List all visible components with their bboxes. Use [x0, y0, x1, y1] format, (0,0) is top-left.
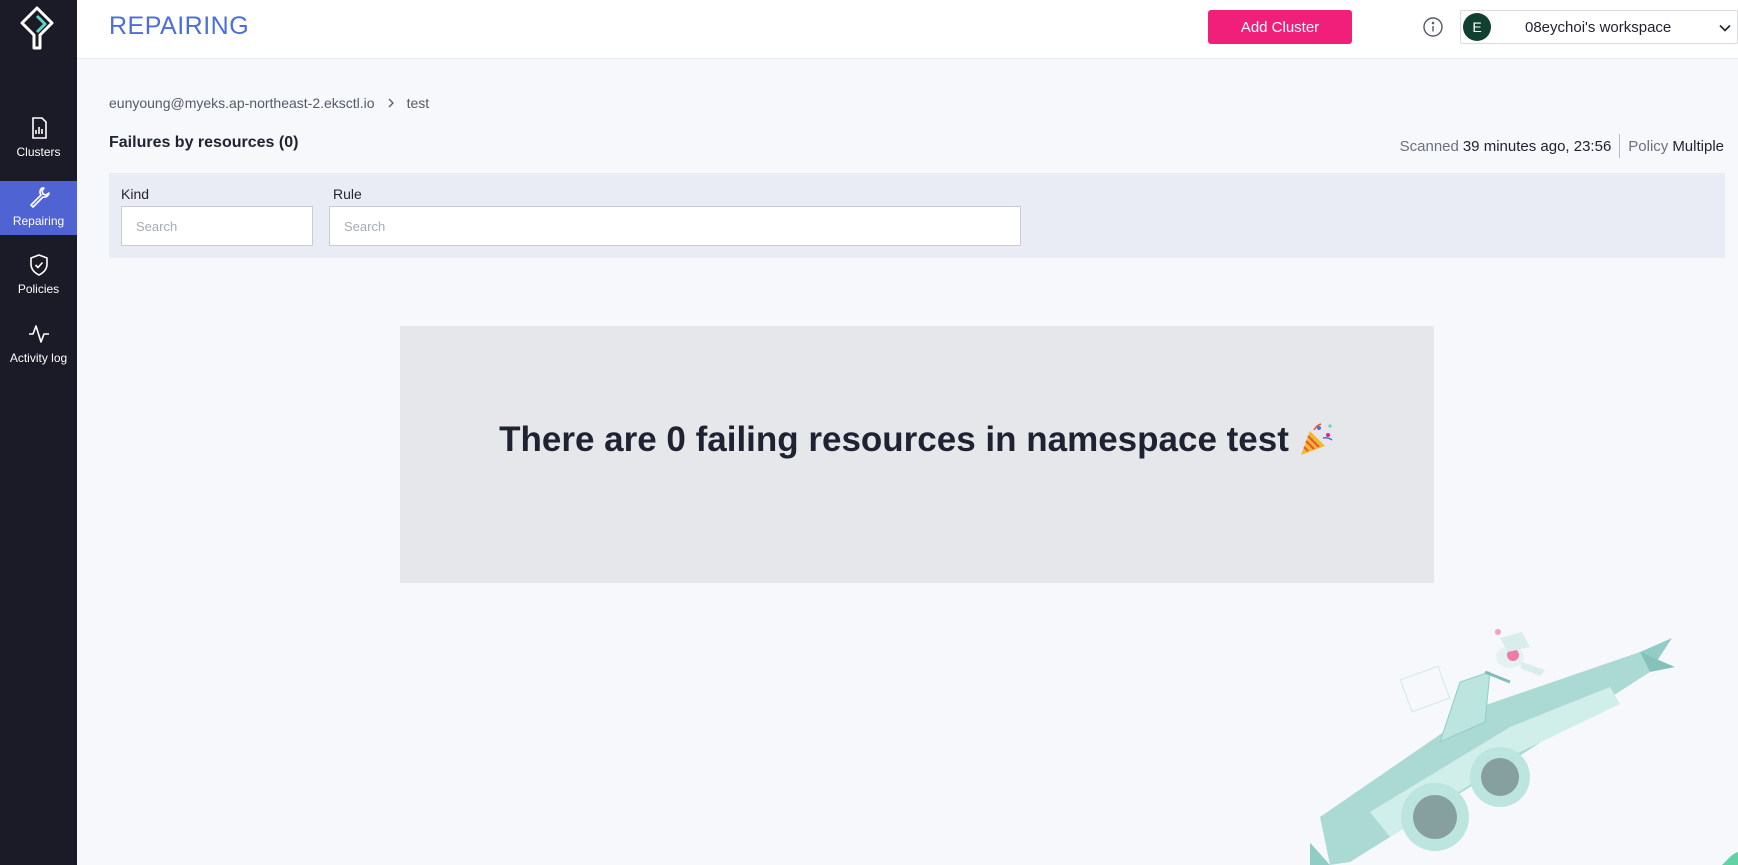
- chevron-down-icon: [1719, 24, 1731, 32]
- divider: [1619, 134, 1621, 158]
- sidebar-item-label: Activity log: [9, 351, 68, 365]
- activity-pulse-icon: [28, 325, 49, 343]
- empty-state-message: There are 0 failing resources in namespa…: [499, 419, 1289, 459]
- sidebar-item-repairing[interactable]: Repairing: [0, 181, 77, 235]
- party-popper-icon: [1300, 422, 1333, 455]
- shield-check-icon: [29, 254, 48, 276]
- breadcrumb-cluster-link[interactable]: eunyoung@myeks.ap-northeast-2.eksctl.io: [109, 95, 375, 111]
- scanned-label: Scanned: [1399, 137, 1459, 155]
- scan-info: Scanned 39 minutes ago, 23:56 Policy Mul…: [1400, 134, 1724, 158]
- empty-state-message-row: There are 0 failing resources in namespa…: [499, 420, 1335, 460]
- sidebar-item-activity-log[interactable]: Activity log: [0, 322, 77, 378]
- scanned-value: 39 minutes ago, 23:56: [1462, 137, 1612, 155]
- spaceship-illustration-icon: [1310, 629, 1738, 865]
- sidebar-item-label: Clusters: [16, 145, 61, 159]
- info-icon[interactable]: [1422, 16, 1444, 38]
- app-logo-icon[interactable]: [18, 6, 56, 50]
- breadcrumb-namespace: test: [406, 95, 430, 111]
- policy-label: Policy: [1628, 137, 1669, 155]
- top-header: REPAIRING Add Cluster E 08eychoi's works…: [77, 0, 1738, 59]
- avatar: E: [1463, 13, 1491, 41]
- wrench-icon: [29, 187, 50, 208]
- rule-filter-label: Rule: [333, 186, 362, 202]
- sidebar-item-policies[interactable]: Policies: [0, 253, 77, 309]
- kind-filter-label: Kind: [121, 186, 150, 202]
- sidebar-item-clusters[interactable]: Clusters: [0, 116, 77, 172]
- chevron-right-icon: [388, 98, 394, 108]
- sidebar-item-label: Policies: [17, 282, 60, 296]
- add-cluster-button[interactable]: Add Cluster: [1208, 10, 1352, 44]
- workspace-selector[interactable]: E 08eychoi's workspace: [1460, 10, 1738, 44]
- bar-chart-icon: [31, 117, 47, 139]
- policy-value: Multiple: [1672, 137, 1724, 155]
- filter-bar: Kind Rule: [109, 173, 1725, 258]
- rule-search-input[interactable]: [329, 206, 1021, 246]
- page-title: REPAIRING: [109, 12, 250, 40]
- breadcrumb: eunyoung@myeks.ap-northeast-2.eksctl.io …: [109, 95, 429, 111]
- sidebar-item-label: Repairing: [12, 214, 65, 228]
- failures-section-title: Failures by resources (0): [109, 134, 299, 151]
- sidebar: Clusters Repairing Policies Activity log: [0, 0, 77, 865]
- kind-search-input[interactable]: [121, 206, 313, 246]
- empty-state-panel: There are 0 failing resources in namespa…: [400, 326, 1434, 583]
- workspace-name: 08eychoi's workspace: [1525, 18, 1672, 36]
